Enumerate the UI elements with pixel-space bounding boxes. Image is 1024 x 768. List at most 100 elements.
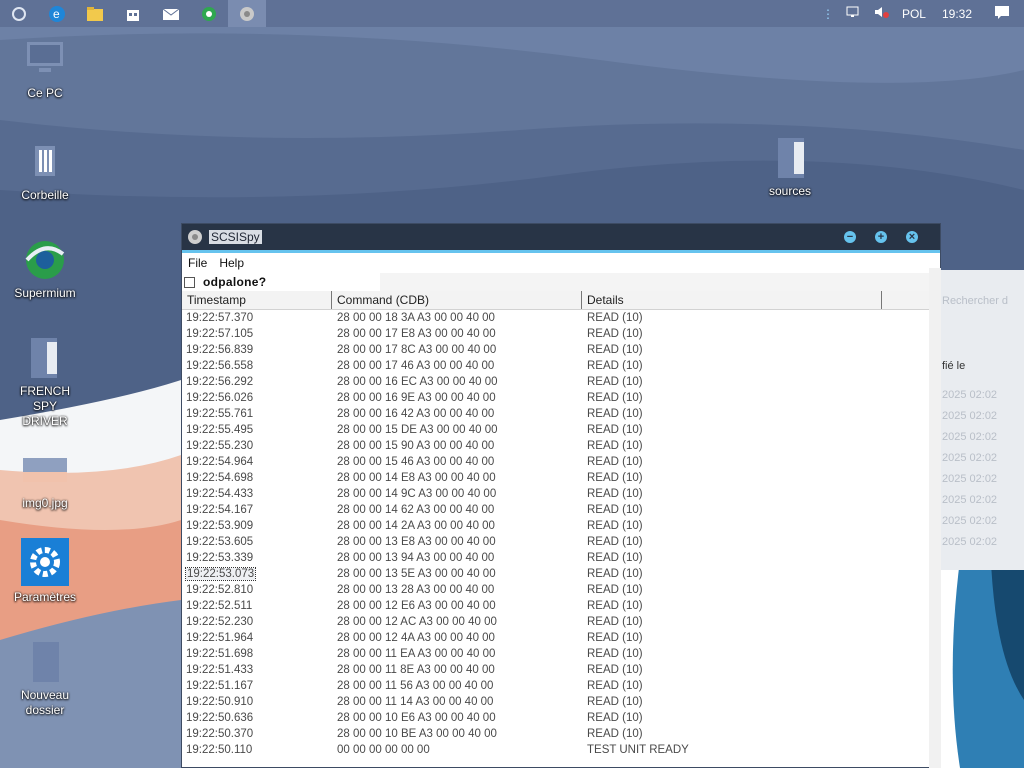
- folder-icon: [23, 640, 67, 684]
- cell-command: 28 00 00 12 AC A3 00 00 40 00: [337, 616, 497, 628]
- table-row[interactable]: 19:22:51.167 28 00 00 11 56 A3 00 00 40 0…: [182, 678, 930, 694]
- modified-date: 2025 02:02: [942, 452, 998, 464]
- table-row[interactable]: 19:22:53.073 28 00 00 13 5E A3 00 00 40 0…: [182, 566, 930, 582]
- cell-details: READ (10): [587, 376, 643, 388]
- timestamp-text: 19:22:54.433: [186, 488, 254, 500]
- cell-command: 28 00 00 13 28 A3 00 00 40 00: [337, 584, 495, 596]
- table-row[interactable]: 19:22:50.910 28 00 00 11 14 A3 00 00 40 0…: [182, 694, 930, 710]
- table-row[interactable]: 19:22:53.605 28 00 00 13 E8 A3 00 00 40 0…: [182, 534, 930, 550]
- cell-details: READ (10): [587, 312, 643, 324]
- search-box-text[interactable]: Rechercher d: [942, 295, 1008, 307]
- cell-details: READ (10): [587, 616, 643, 628]
- desktop-icon-ce-pc[interactable]: Ce PC: [0, 38, 90, 101]
- taskbar-edge[interactable]: e: [38, 0, 76, 27]
- taskbar-scsispy[interactable]: [228, 0, 266, 27]
- table-header: Timestamp Command (CDB) Details: [182, 291, 930, 310]
- table-row[interactable]: 19:22:54.964 28 00 00 15 46 A3 00 00 40 0…: [182, 454, 930, 470]
- timestamp-text: 19:22:52.810: [186, 584, 254, 596]
- cell-command: 28 00 00 14 2A A3 00 00 40 00: [337, 520, 495, 532]
- table-row[interactable]: 19:22:56.292 28 00 00 16 EC A3 00 00 40 0…: [182, 374, 930, 390]
- cell-details: READ (10): [587, 648, 643, 660]
- cell-timestamp: 19:22:55.230: [182, 438, 332, 454]
- cell-command: 28 00 00 10 E6 A3 00 00 40 00: [337, 712, 496, 724]
- clock[interactable]: 19:32: [942, 7, 972, 21]
- cell-timestamp: 19:22:53.073: [182, 566, 332, 582]
- cell-details: READ (10): [587, 328, 643, 340]
- scsispy-icon: [240, 6, 254, 21]
- menu-help[interactable]: Help: [219, 256, 244, 270]
- table-row[interactable]: 19:22:54.698 28 00 00 14 E8 A3 00 00 40 0…: [182, 470, 930, 486]
- table-row[interactable]: 19:22:52.511 28 00 00 12 E6 A3 00 00 40 0…: [182, 598, 930, 614]
- menu-file[interactable]: File: [188, 256, 207, 270]
- table-row[interactable]: 19:22:55.761 28 00 00 16 42 A3 00 00 40 0…: [182, 406, 930, 422]
- notifications-icon[interactable]: [994, 5, 1010, 22]
- volume-muted-icon[interactable]: [874, 5, 890, 22]
- taskbar-supermium[interactable]: [190, 0, 228, 27]
- column-header-command[interactable]: Command (CDB): [332, 291, 582, 309]
- odpalone-label: odpalone?: [203, 275, 267, 289]
- taskbar-store[interactable]: [114, 0, 152, 27]
- table-row[interactable]: 19:22:57.370 28 00 00 18 3A A3 00 00 40 0…: [182, 310, 930, 326]
- timestamp-text: 19:22:53.605: [186, 536, 254, 548]
- table-row[interactable]: 19:22:55.495 28 00 00 15 DE A3 00 00 40 0…: [182, 422, 930, 438]
- maximize-button[interactable]: +: [875, 231, 887, 243]
- desktop-icon-supermium[interactable]: Supermium: [0, 238, 90, 301]
- cell-details: READ (10): [587, 504, 643, 516]
- table-row[interactable]: 19:22:51.698 28 00 00 11 EA A3 00 00 40 0…: [182, 646, 930, 662]
- svg-text:e: e: [53, 7, 60, 21]
- desktop-icon-corbeille[interactable]: Corbeille: [0, 140, 90, 203]
- table-row[interactable]: 19:22:56.839 28 00 00 17 8C A3 00 00 40 0…: [182, 342, 930, 358]
- taskbar-file-explorer[interactable]: [76, 0, 114, 27]
- modified-date: 2025 02:02: [942, 536, 998, 548]
- start-button[interactable]: [0, 0, 38, 27]
- table-row[interactable]: 19:22:50.110 00 00 00 00 00 00 TEST UNIT R…: [182, 742, 930, 758]
- table-row[interactable]: 19:22:55.230 28 00 00 15 90 A3 00 00 40 0…: [182, 438, 930, 454]
- cell-timestamp: 19:22:54.433: [182, 486, 332, 502]
- tray-overflow-icon[interactable]: ⋮: [822, 7, 834, 21]
- desktop-icon-nouveau-dossier[interactable]: Nouveau dossier: [0, 640, 90, 718]
- timestamp-text: 19:22:51.964: [186, 632, 254, 644]
- modified-date: 2025 02:02: [942, 494, 998, 506]
- table-row[interactable]: 19:22:57.105 28 00 00 17 E8 A3 00 00 40 0…: [182, 326, 930, 342]
- cell-details: READ (10): [587, 344, 643, 356]
- desktop-icon-sources[interactable]: sources: [745, 136, 835, 199]
- table-row[interactable]: 19:22:51.433 28 00 00 11 8E A3 00 00 40 0…: [182, 662, 930, 678]
- computer-icon: [23, 38, 67, 82]
- checkbox-row-filler: [380, 273, 940, 291]
- background-explorer-window: Rechercher d fié le 2025 02:02 2025 02:0…: [930, 270, 1024, 570]
- table-row[interactable]: 19:22:50.636 28 00 00 10 E6 A3 00 00 40 0…: [182, 710, 930, 726]
- close-button[interactable]: ×: [906, 231, 918, 243]
- desktop-icon-label: Paramètres: [13, 590, 77, 604]
- column-header-timestamp[interactable]: Timestamp: [182, 291, 332, 309]
- desktop-icon-french-spy-driver[interactable]: FRENCH SPY DRIVER: [0, 336, 90, 429]
- column-header-details[interactable]: Details: [582, 291, 882, 309]
- odpalone-checkbox[interactable]: [184, 276, 195, 288]
- table-row[interactable]: 19:22:54.433 28 00 00 14 9C A3 00 00 40 0…: [182, 486, 930, 502]
- desktop-icon-img0[interactable]: img0.jpg: [0, 448, 90, 511]
- language-indicator[interactable]: POL: [902, 7, 926, 21]
- taskbar-mail[interactable]: [152, 0, 190, 27]
- table-row[interactable]: 19:22:56.026 28 00 00 16 9E A3 00 00 40 0…: [182, 390, 930, 406]
- cell-details: READ (10): [587, 552, 643, 564]
- table-row[interactable]: 19:22:50.370 28 00 00 10 BE A3 00 00 40 0…: [182, 726, 930, 742]
- cell-command: 28 00 00 10 BE A3 00 00 40 00: [337, 728, 497, 740]
- table-row[interactable]: 19:22:56.558 28 00 00 17 46 A3 00 00 40 0…: [182, 358, 930, 374]
- timestamp-text: 19:22:54.964: [186, 456, 254, 468]
- table-row[interactable]: 19:22:54.167 28 00 00 14 62 A3 00 00 40 0…: [182, 502, 930, 518]
- table-row[interactable]: 19:22:53.339 28 00 00 13 94 A3 00 00 40 0…: [182, 550, 930, 566]
- table-row[interactable]: 19:22:51.964 28 00 00 12 4A A3 00 00 40 0…: [182, 630, 930, 646]
- title-bar[interactable]: SCSISpy − + ×: [182, 224, 940, 253]
- minimize-button[interactable]: −: [844, 231, 856, 243]
- table-row[interactable]: 19:22:53.909 28 00 00 14 2A A3 00 00 40 0…: [182, 518, 930, 534]
- cell-command: 28 00 00 11 14 A3 00 00 40 00: [337, 696, 494, 708]
- cell-details: READ (10): [587, 488, 643, 500]
- table-row[interactable]: 19:22:52.230 28 00 00 12 AC A3 00 00 40 0…: [182, 614, 930, 630]
- desktop-icon-parametres[interactable]: Paramètres: [0, 538, 90, 605]
- cell-command: 28 00 00 16 42 A3 00 00 40 00: [337, 408, 495, 420]
- cell-command: 28 00 00 12 4A A3 00 00 40 00: [337, 632, 495, 644]
- table-row[interactable]: 19:22:52.810 28 00 00 13 28 A3 00 00 40 0…: [182, 582, 930, 598]
- network-icon[interactable]: [846, 5, 862, 22]
- vertical-scrollbar[interactable]: [929, 268, 941, 768]
- cell-details: READ (10): [587, 632, 643, 644]
- cell-command: 28 00 00 15 DE A3 00 00 40 00: [337, 424, 498, 436]
